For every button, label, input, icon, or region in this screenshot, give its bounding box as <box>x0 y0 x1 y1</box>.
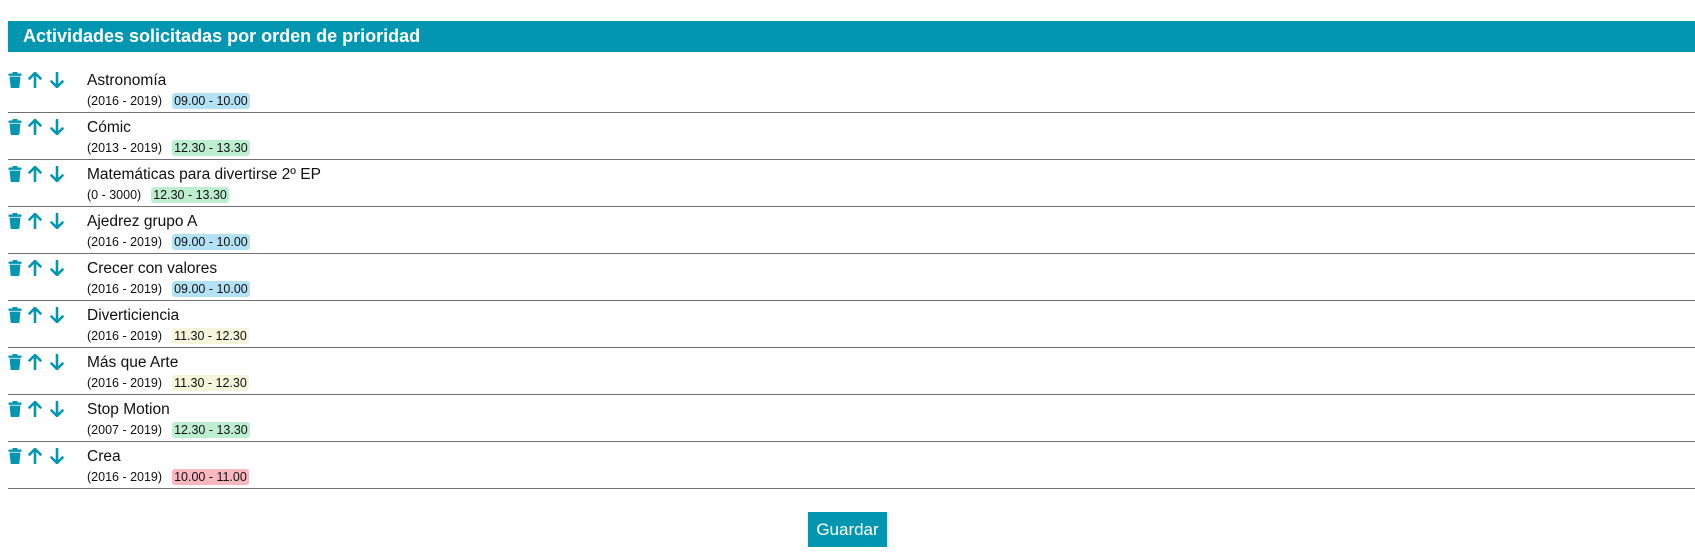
activity-meta: (2016 - 2019) 10.00 - 11.00 <box>87 469 249 485</box>
activity-meta: (2016 - 2019) 11.30 - 12.30 <box>87 375 249 391</box>
row-actions <box>8 401 78 421</box>
arrow-down-icon[interactable] <box>50 72 68 92</box>
trash-icon[interactable] <box>8 448 26 468</box>
activity-years: (2016 - 2019) <box>87 282 163 296</box>
activity-years: (2013 - 2019) <box>87 141 163 155</box>
time-badge: 12.30 - 13.30 <box>172 422 250 438</box>
time-badge: 09.00 - 10.00 <box>172 93 250 109</box>
time-badge: 09.00 - 10.00 <box>172 234 250 250</box>
activity-name: Más que Arte <box>87 354 179 371</box>
time-badge: 12.30 - 13.30 <box>151 187 229 203</box>
activity-years: (0 - 3000) <box>87 188 142 202</box>
trash-icon[interactable] <box>8 119 26 139</box>
trash-icon[interactable] <box>8 260 26 280</box>
activity-years: (2016 - 2019) <box>87 235 163 249</box>
row-actions <box>8 213 78 233</box>
time-badge: 11.30 - 12.30 <box>172 375 249 391</box>
activity-name: Astronomía <box>87 72 167 89</box>
time-badge: 11.30 - 12.30 <box>172 328 249 344</box>
activity-name: Matemáticas para divertirse 2º EP <box>87 166 321 183</box>
activity-years: (2007 - 2019) <box>87 423 163 437</box>
arrow-down-icon[interactable] <box>50 260 68 280</box>
arrow-down-icon[interactable] <box>50 166 68 186</box>
time-badge: 09.00 - 10.00 <box>172 281 250 297</box>
activity-row: Stop Motion (2007 - 2019) 12.30 - 13.30 <box>8 395 1695 442</box>
trash-icon[interactable] <box>8 307 26 327</box>
activity-name: Crecer con valores <box>87 260 218 277</box>
activity-row: Astronomía (2016 - 2019) 09.00 - 10.00 <box>8 66 1695 113</box>
activity-row: Crea (2016 - 2019) 10.00 - 11.00 <box>8 442 1695 489</box>
arrow-up-icon[interactable] <box>28 307 46 327</box>
arrow-up-icon[interactable] <box>28 166 46 186</box>
activity-name: Stop Motion <box>87 401 170 418</box>
activity-name: Crea <box>87 448 121 465</box>
time-badge: 10.00 - 11.00 <box>172 469 249 485</box>
activity-meta: (2016 - 2019) 09.00 - 10.00 <box>87 281 250 297</box>
trash-icon[interactable] <box>8 401 26 421</box>
activity-row: Cómic (2013 - 2019) 12.30 - 13.30 <box>8 113 1695 160</box>
section-header: Actividades solicitadas por orden de pri… <box>8 21 1695 52</box>
arrow-up-icon[interactable] <box>28 260 46 280</box>
activity-name: Diverticiencia <box>87 307 180 324</box>
arrow-up-icon[interactable] <box>28 213 46 233</box>
activity-name: Cómic <box>87 119 131 136</box>
arrow-down-icon[interactable] <box>50 119 68 139</box>
activity-years: (2016 - 2019) <box>87 94 163 108</box>
activity-meta: (2016 - 2019) 09.00 - 10.00 <box>87 93 250 109</box>
arrow-up-icon[interactable] <box>28 72 46 92</box>
activity-name: Ajedrez grupo A <box>87 213 198 230</box>
trash-icon[interactable] <box>8 213 26 233</box>
section-title: Actividades solicitadas por orden de pri… <box>23 26 421 46</box>
activity-meta: (2016 - 2019) 09.00 - 10.00 <box>87 234 250 250</box>
trash-icon[interactable] <box>8 166 26 186</box>
row-actions <box>8 72 78 92</box>
row-actions <box>8 354 78 374</box>
activity-list: Astronomía (2016 - 2019) 09.00 - 10.00 Cómi… <box>8 66 1695 489</box>
activity-meta: (2007 - 2019) 12.30 - 13.30 <box>87 422 250 438</box>
footer: Guardar <box>0 512 1695 547</box>
trash-icon[interactable] <box>8 72 26 92</box>
row-actions <box>8 307 78 327</box>
time-badge: 12.30 - 13.30 <box>172 140 250 156</box>
activity-row: Ajedrez grupo A (2016 - 2019) 09.00 - 10.0… <box>8 207 1695 254</box>
row-actions <box>8 166 78 186</box>
arrow-down-icon[interactable] <box>50 401 68 421</box>
row-actions <box>8 260 78 280</box>
arrow-down-icon[interactable] <box>50 307 68 327</box>
activity-row: Matemáticas para divertirse 2º EP (0 - 30… <box>8 160 1695 207</box>
trash-icon[interactable] <box>8 354 26 374</box>
arrow-up-icon[interactable] <box>28 401 46 421</box>
arrow-up-icon[interactable] <box>28 119 46 139</box>
arrow-up-icon[interactable] <box>28 354 46 374</box>
arrow-down-icon[interactable] <box>50 213 68 233</box>
activity-row: Más que Arte (2016 - 2019) 11.30 - 12.30 <box>8 348 1695 395</box>
activity-years: (2016 - 2019) <box>87 376 163 390</box>
activity-meta: (2016 - 2019) 11.30 - 12.30 <box>87 328 249 344</box>
arrow-down-icon[interactable] <box>50 354 68 374</box>
activity-row: Crecer con valores (2016 - 2019) 09.00 - 1… <box>8 254 1695 301</box>
row-actions <box>8 448 78 468</box>
arrow-up-icon[interactable] <box>28 448 46 468</box>
activity-years: (2016 - 2019) <box>87 329 163 343</box>
activity-meta: (2013 - 2019) 12.30 - 13.30 <box>87 140 250 156</box>
row-actions <box>8 119 78 139</box>
arrow-down-icon[interactable] <box>50 448 68 468</box>
save-button[interactable]: Guardar <box>808 512 887 547</box>
activity-years: (2016 - 2019) <box>87 470 163 484</box>
activity-row: Diverticiencia (2016 - 2019) 11.30 - 12.30 <box>8 301 1695 348</box>
activity-meta: (0 - 3000) 12.30 - 13.30 <box>87 187 229 203</box>
